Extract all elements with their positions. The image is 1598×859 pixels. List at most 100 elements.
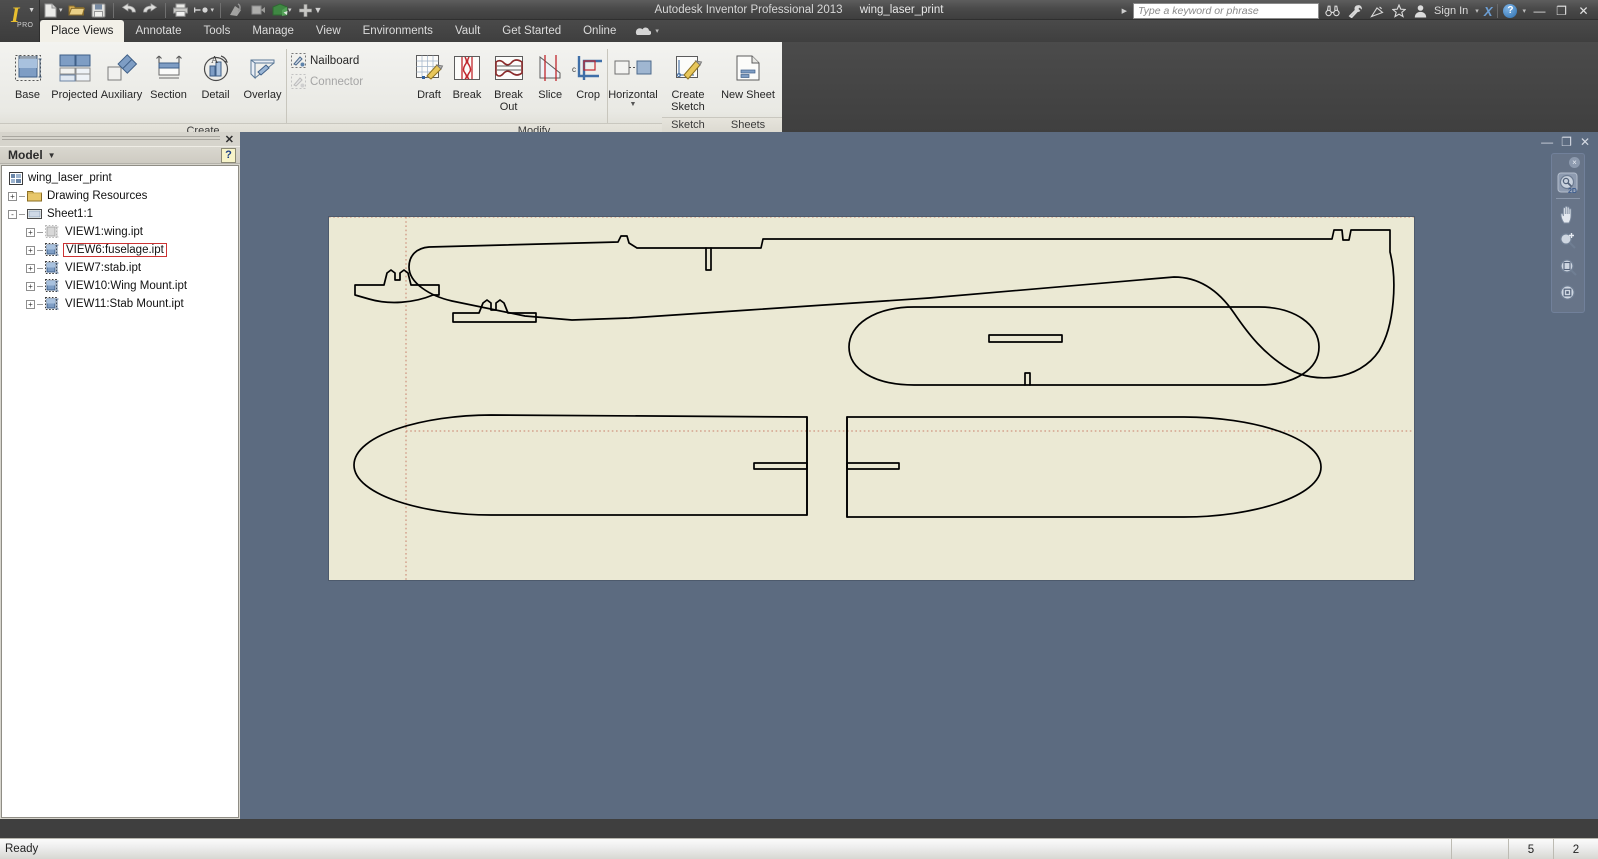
inventor-window: Autodesk Inventor Professional 2013 wing… <box>0 0 1598 859</box>
expander-plus-icon[interactable]: + <box>26 245 35 255</box>
tree-row-drawing-resources[interactable]: + Drawing Resources <box>2 187 238 205</box>
drawing-canvas[interactable]: — ❐ ✕ × 2D <box>240 132 1598 819</box>
update-icon[interactable] <box>225 0 246 20</box>
expander-plus-icon[interactable]: + <box>26 227 35 237</box>
horizontal-align-caret-icon[interactable]: ▼ <box>629 101 636 108</box>
sign-in-caret-icon[interactable]: ▾ <box>1475 7 1479 15</box>
favorites-star-icon[interactable] <box>1390 3 1407 19</box>
drawing-sheet[interactable] <box>329 217 1414 580</box>
zoom-icon[interactable] <box>1554 228 1582 254</box>
status-cell-1 <box>1451 839 1508 859</box>
new-document-icon[interactable] <box>40 0 61 20</box>
tree-row-view11[interactable]: + VIEW11:Stab Mount.ipt <box>2 295 238 313</box>
tab-get-started[interactable]: Get Started <box>491 20 572 42</box>
tree-row-sheet1[interactable]: - Sheet1:1 <box>2 205 238 223</box>
navbar-close-icon[interactable]: × <box>1569 157 1580 168</box>
projected-view-button[interactable]: Projected <box>51 45 98 102</box>
save-icon[interactable] <box>88 0 109 20</box>
create-sketch-button[interactable]: Create Sketch <box>666 45 710 113</box>
tab-place-views[interactable]: Place Views <box>40 20 125 42</box>
overlay-view-button[interactable]: Overlay <box>239 45 286 102</box>
tree-row-view1[interactable]: + VIEW1:wing.ipt <box>2 223 238 241</box>
ribbon-tab-row: Place Views Annotate Tools Manage View E… <box>0 20 1598 42</box>
close-button[interactable]: ✕ <box>1575 4 1592 18</box>
detail-view-button[interactable]: A Detail <box>192 45 239 102</box>
tree-row-view10[interactable]: + VIEW10:Wing Mount.ipt <box>2 277 238 295</box>
return-icon[interactable] <box>247 0 268 20</box>
user-icon[interactable] <box>1412 3 1429 19</box>
nailboard-button[interactable]: Nailboard <box>287 50 367 71</box>
expander-minus-icon[interactable]: - <box>8 209 17 219</box>
application-menu-caret-icon[interactable]: ▼ <box>28 7 35 14</box>
expander-plus-icon[interactable]: + <box>26 263 35 273</box>
tab-tools[interactable]: Tools <box>192 20 241 42</box>
break-out-icon <box>492 48 526 88</box>
help-caret-icon[interactable]: ▾ <box>1522 7 1526 15</box>
plus-icon[interactable] <box>295 0 316 20</box>
horizontal-align-button[interactable]: Horizontal ▼ <box>608 45 658 108</box>
search-input[interactable]: Type a keyword or phrase <box>1133 3 1320 19</box>
slice-button[interactable]: Slice <box>531 45 569 102</box>
status-message: Ready <box>5 843 39 855</box>
home-view-icon[interactable] <box>269 0 290 20</box>
open-folder-icon[interactable] <box>66 0 87 20</box>
draft-view-button[interactable]: Draft <box>410 45 448 102</box>
panel-drag-grip[interactable] <box>2 134 220 144</box>
create-sketch-icon <box>673 48 703 88</box>
wrench-icon[interactable] <box>1346 3 1363 19</box>
autodesk-exchange-icon[interactable]: X <box>1484 4 1493 19</box>
pan-icon[interactable] <box>1554 202 1582 228</box>
tab-manage[interactable]: Manage <box>241 20 305 42</box>
panel-help-icon[interactable]: ? <box>221 148 236 163</box>
tab-online[interactable]: Online <box>572 20 627 42</box>
fuselage-outline <box>408 229 1395 379</box>
binoculars-search-icon[interactable] <box>1324 3 1341 19</box>
expander-plus-icon[interactable]: + <box>26 299 35 309</box>
create-panel-small-buttons: Nailboard Connector <box>287 45 367 92</box>
application-menu-button[interactable]: I PRO ▼ <box>0 0 40 42</box>
redo-icon[interactable] <box>140 0 161 20</box>
tree-row-view6[interactable]: + VIEW6:fuselage.ipt <box>2 241 238 259</box>
tree-row-view7[interactable]: + VIEW7:stab.ipt <box>2 259 238 277</box>
search-expand-icon[interactable]: ▶ <box>1122 7 1127 15</box>
satellite-icon[interactable] <box>1368 3 1385 19</box>
tree-connector <box>37 231 43 233</box>
connector-button[interactable]: Connector <box>287 71 367 92</box>
doc-minimize-button[interactable]: — <box>1541 135 1553 149</box>
tab-annotate[interactable]: Annotate <box>124 20 192 42</box>
new-sheet-button[interactable]: New Sheet <box>718 45 778 102</box>
panel-close-icon[interactable]: ✕ <box>225 133 234 146</box>
expander-plus-icon[interactable]: + <box>8 191 17 201</box>
auxiliary-view-button[interactable]: Auxiliary <box>98 45 145 102</box>
tree-connector <box>19 213 25 215</box>
tree-row-root[interactable]: wing_laser_print <box>2 169 238 187</box>
full-navigation-wheel-2d-icon[interactable]: 2D <box>1554 170 1582 196</box>
restore-button[interactable]: ❐ <box>1553 4 1570 18</box>
crop-button[interactable]: c Crop <box>569 45 607 102</box>
zoom-window-icon[interactable] <box>1554 254 1582 280</box>
tab-overflow-caret-icon[interactable]: ▾ <box>655 27 659 35</box>
doc-restore-button[interactable]: ❐ <box>1561 135 1572 149</box>
zoom-all-icon[interactable] <box>1554 280 1582 306</box>
break-out-button[interactable]: Break Out <box>486 45 531 113</box>
break-button[interactable]: Break <box>448 45 486 102</box>
tab-view[interactable]: View <box>305 20 352 42</box>
help-icon[interactable]: ? <box>1503 4 1518 18</box>
print-icon[interactable] <box>170 0 191 20</box>
panel-dropdown-caret-icon[interactable]: ▼ <box>48 151 56 160</box>
model-tree[interactable]: wing_laser_print + Drawing Resources - S… <box>1 165 239 818</box>
base-view-button[interactable]: Base <box>4 45 51 102</box>
section-view-button[interactable]: Section <box>145 45 192 102</box>
left-wing-slot <box>753 462 808 470</box>
minimize-button[interactable]: — <box>1531 4 1548 18</box>
browser-panel: ✕ Model ▼ ? wing_laser_print + Drawing R… <box>0 132 240 819</box>
expander-plus-icon[interactable]: + <box>26 281 35 291</box>
sign-in-button[interactable]: Sign In <box>1434 5 1470 17</box>
undo-icon[interactable] <box>118 0 139 20</box>
select-icon[interactable] <box>192 0 213 20</box>
panel-header: Model ▼ ? <box>0 146 240 164</box>
tab-vault[interactable]: Vault <box>444 20 491 42</box>
tab-environments[interactable]: Environments <box>352 20 444 42</box>
tab-overflow[interactable]: ▾ <box>627 20 667 42</box>
doc-close-button[interactable]: ✕ <box>1580 135 1590 149</box>
